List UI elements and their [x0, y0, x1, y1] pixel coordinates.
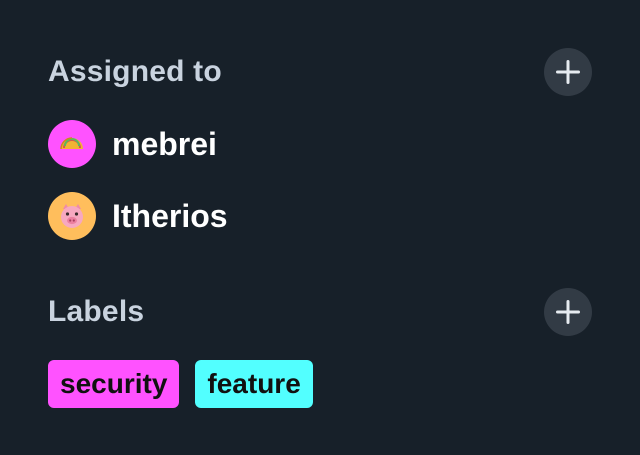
avatar [48, 192, 96, 240]
assignee-name: Itherios [112, 197, 228, 234]
assigned-section-header: Assigned to [48, 48, 592, 96]
sidebar-panel: Assigned to mebrei Itherios Labels secur… [0, 0, 640, 455]
label-security[interactable]: security [48, 360, 180, 408]
labels-section-header: Labels [48, 288, 592, 336]
assignee-item[interactable]: Itherios [48, 192, 228, 240]
labels-title: Labels [48, 295, 145, 328]
pig-face-icon [61, 204, 83, 228]
taco-icon [60, 137, 83, 150]
assigned-title: Assigned to [48, 55, 222, 88]
assignee-name: mebrei [112, 125, 217, 162]
plus-icon [556, 60, 580, 84]
plus-icon [556, 300, 580, 324]
assignee-item[interactable]: mebrei [48, 120, 217, 168]
add-assignee-button[interactable] [544, 48, 592, 96]
add-label-button[interactable] [544, 288, 592, 336]
avatar [48, 120, 96, 168]
labels-list: security feature [48, 360, 313, 408]
label-feature[interactable]: feature [195, 360, 313, 408]
